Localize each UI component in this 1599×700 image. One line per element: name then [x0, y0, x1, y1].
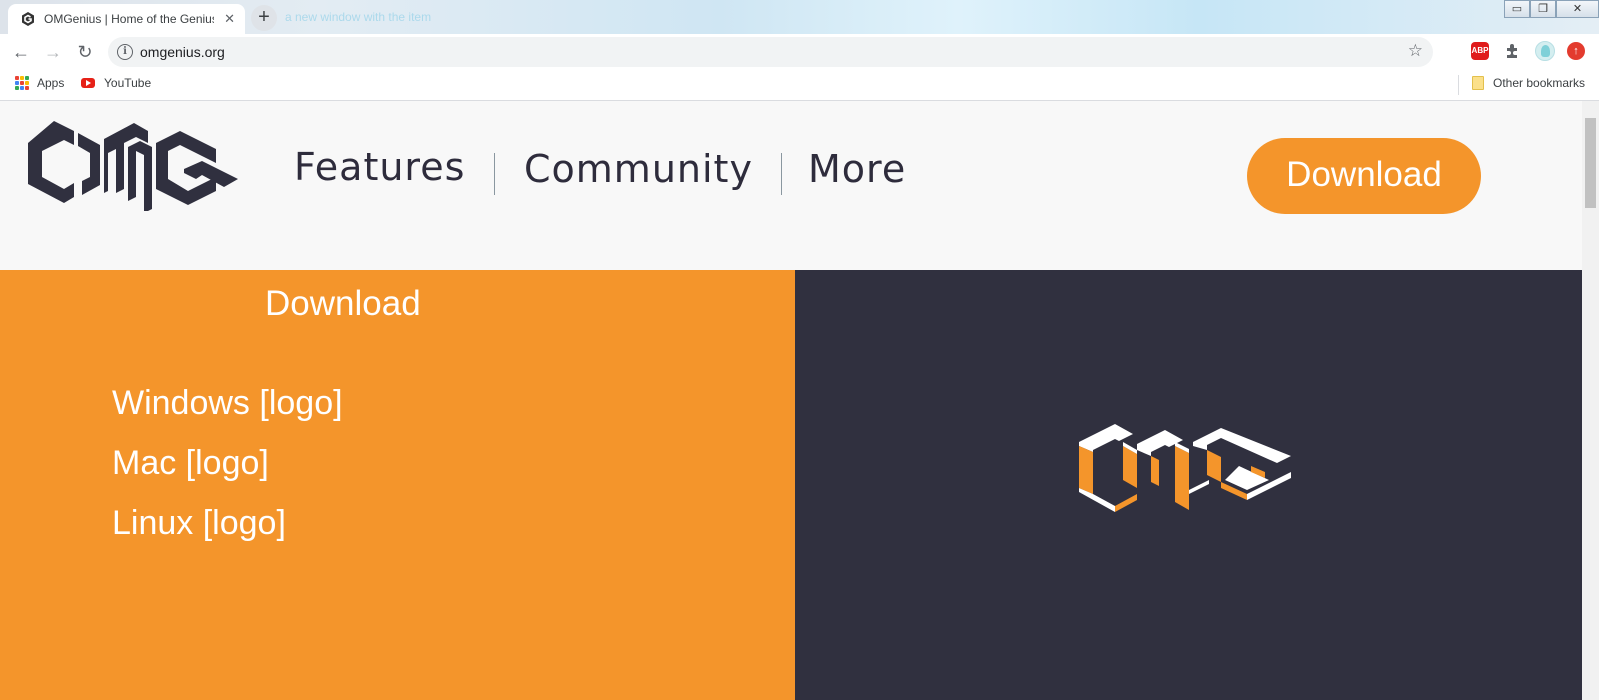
page-scrollbar[interactable]: [1582, 101, 1599, 700]
browser-toolbar: ← → ↻ i omgenius.org ☆ ABP ↑: [0, 34, 1599, 70]
site-info-icon[interactable]: i: [117, 44, 133, 60]
bookmark-apps[interactable]: Apps: [15, 76, 64, 90]
forward-arrow-icon[interactable]: →: [42, 42, 64, 62]
download-panel: Download Windows [logo] Mac [logo] Linux…: [0, 270, 795, 700]
web-page: Features Community More Download Downloa…: [0, 101, 1582, 700]
omgenius-favicon-icon: [22, 12, 34, 26]
minimize-button[interactable]: ▭: [1504, 0, 1530, 18]
adblock-plus-icon[interactable]: ABP: [1471, 42, 1489, 60]
reload-icon[interactable]: ↻: [74, 42, 96, 62]
download-button[interactable]: Download: [1247, 138, 1481, 214]
close-window-button[interactable]: ✕: [1556, 0, 1599, 18]
back-arrow-icon[interactable]: ←: [10, 42, 32, 62]
bookmark-star-icon[interactable]: ☆: [1408, 41, 1423, 61]
scrollbar-thumb[interactable]: [1585, 118, 1596, 208]
puzzle-extensions-icon[interactable]: [1503, 41, 1523, 61]
bookmark-youtube[interactable]: YouTube: [81, 76, 151, 90]
nav-divider: [781, 153, 782, 195]
nav-divider: [494, 153, 495, 195]
linux-download-link[interactable]: Linux [logo]: [112, 504, 286, 543]
window-controls: ▭ ❐ ✕: [1504, 0, 1599, 20]
nav-features-link[interactable]: Features: [294, 145, 465, 189]
bookmark-youtube-label: YouTube: [104, 76, 152, 90]
site-header: Features Community More Download: [0, 101, 1582, 270]
hero-logo-panel: [795, 270, 1582, 700]
bookmark-other[interactable]: Other bookmarks: [1472, 76, 1585, 90]
profile-avatar-icon[interactable]: [1535, 41, 1555, 61]
nav-community-link[interactable]: Community: [524, 147, 753, 191]
windows-download-link[interactable]: Windows [logo]: [112, 384, 343, 423]
bookmark-apps-label: Apps: [37, 76, 65, 90]
omg-isometric-logo-icon: [1079, 424, 1291, 512]
url-text[interactable]: omgenius.org: [140, 44, 225, 60]
tab-title: OMGenius | Home of the Genius: [44, 12, 214, 26]
bookmark-other-label: Other bookmarks: [1493, 76, 1586, 90]
restore-button[interactable]: ❐: [1530, 0, 1556, 18]
background-tab-ghost-text: a new window with the item: [285, 10, 432, 24]
browser-tab[interactable]: OMGenius | Home of the Genius ✕: [8, 4, 245, 34]
youtube-icon: [81, 78, 95, 88]
bookmarks-bar: Apps YouTube Other bookmarks: [0, 70, 1599, 101]
mac-download-link[interactable]: Mac [logo]: [112, 444, 269, 483]
address-bar[interactable]: i omgenius.org ☆: [108, 37, 1433, 67]
new-tab-button[interactable]: +: [251, 5, 277, 31]
omg-logo-icon[interactable]: [28, 119, 238, 211]
bookmarks-divider: [1458, 75, 1459, 95]
apps-grid-icon: [15, 76, 29, 90]
nav-more-link[interactable]: More: [808, 147, 906, 191]
tab-strip: OMGenius | Home of the Genius ✕ + a new …: [0, 0, 1599, 34]
folder-icon: [1472, 76, 1484, 90]
tab-close-icon[interactable]: ✕: [224, 11, 235, 27]
download-panel-title: Download: [265, 284, 421, 323]
update-icon[interactable]: ↑: [1567, 42, 1585, 60]
